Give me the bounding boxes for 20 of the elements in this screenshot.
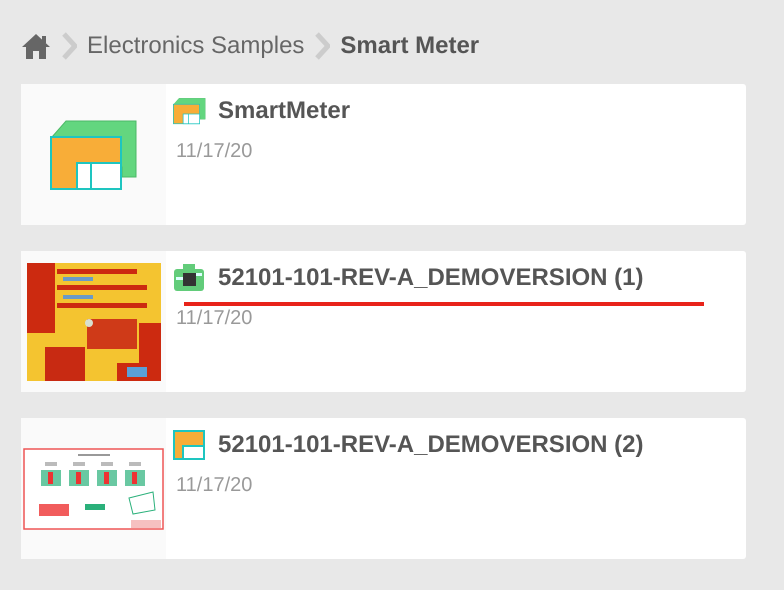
chevron-icon <box>314 32 330 60</box>
thumbnail-panel[interactable] <box>21 251 166 392</box>
thumbnail-panel[interactable] <box>21 418 166 559</box>
file-date: 11/17/20 <box>175 474 254 497</box>
home-icon[interactable] <box>21 32 51 60</box>
thumbnail-panel[interactable] <box>21 84 166 225</box>
breadcrumb-link[interactable]: Electronics Samples <box>87 32 304 60</box>
file-name[interactable]: 52101-101-REV-A_DEMOVERSION (1) <box>218 264 644 292</box>
file-name[interactable]: SmartMeter <box>218 97 350 125</box>
file-card[interactable]: 52101-101-REV-A_DEMOVERSION (2) 11/17/20 <box>21 418 746 559</box>
current-folder[interactable]: Smart Meter <box>340 32 480 60</box>
design-icon <box>173 96 206 126</box>
sheet-icon <box>173 430 206 460</box>
file-date: 11/17/20 <box>175 307 254 330</box>
file-date: 11/17/20 <box>175 140 254 163</box>
chevron-icon <box>61 32 77 60</box>
circuit-board-icon <box>173 263 206 293</box>
file-card[interactable]: 52101-101-REV-A_DEMOVERSION (1) 11/17/20 <box>21 251 746 392</box>
file-name[interactable]: 52101-101-REV-A_DEMOVERSION (2) <box>218 431 644 459</box>
file-card[interactable]: SmartMeter 11/17/20 <box>21 84 746 225</box>
